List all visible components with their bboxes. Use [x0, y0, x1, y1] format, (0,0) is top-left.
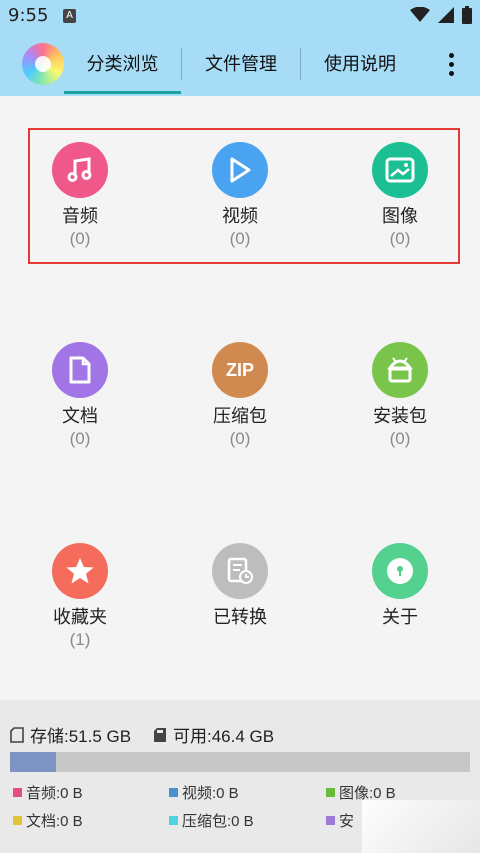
legend-item-documents: 文档:0 B — [13, 810, 83, 831]
signal-icon — [438, 7, 454, 23]
app-logo-icon — [22, 43, 64, 85]
android-icon — [372, 342, 428, 398]
category-documents[interactable]: 文档 (0) — [20, 342, 140, 462]
status-time: 9:55 — [8, 5, 49, 26]
category-label: 视频 — [222, 206, 258, 226]
play-icon — [212, 142, 268, 198]
category-count: (0) — [69, 229, 91, 248]
category-label: 音频 — [62, 206, 98, 226]
tab-instructions[interactable]: 使用说明 — [301, 40, 419, 96]
category-label: 图像 — [382, 206, 418, 226]
converted-doc-icon — [212, 543, 268, 599]
legend-item-audio: 音频:0 B — [13, 782, 83, 803]
category-count: (0) — [69, 429, 91, 448]
category-image[interactable]: 图像 (0) — [340, 142, 460, 262]
storage-total-label: 存储:51.5 GB — [30, 727, 132, 746]
category-about[interactable]: 关于 — [340, 543, 460, 663]
legend-swatch — [13, 788, 22, 797]
category-favorites[interactable]: 收藏夹 (1) — [20, 543, 140, 663]
storage-total: 存储:51.5 GB — [10, 722, 131, 747]
legend-swatch — [169, 816, 178, 825]
category-video[interactable]: 视频 (0) — [180, 142, 300, 262]
image-icon — [372, 142, 428, 198]
category-label: 安装包 — [373, 406, 427, 426]
category-count: (0) — [229, 229, 251, 248]
zip-icon: ZIP — [212, 342, 268, 398]
legend-swatch — [13, 816, 22, 825]
legend-swatch — [326, 788, 335, 797]
category-count: (0) — [389, 229, 411, 248]
category-count: (0) — [389, 429, 411, 448]
category-archives[interactable]: ZIP 压缩包 (0) — [180, 342, 300, 462]
category-audio[interactable]: 音频 (0) — [20, 142, 140, 262]
overflow-menu-icon[interactable] — [441, 50, 461, 80]
zip-icon-text: ZIP — [225, 359, 254, 380]
status-icons — [410, 6, 472, 24]
music-note-icon — [52, 142, 108, 198]
status-bar: 9:55 A — [0, 0, 480, 32]
legend-item-archives: 压缩包:0 B — [169, 810, 254, 831]
legend-label: 安 — [339, 813, 355, 830]
storage-usage-bar — [10, 752, 470, 772]
battery-icon — [462, 6, 472, 24]
app-bar: 分类浏览 文件管理 使用说明 — [0, 40, 480, 96]
legend-item-apk: 安 — [326, 810, 354, 831]
category-count: (1) — [69, 630, 91, 649]
category-count: (0) — [229, 429, 251, 448]
watermark-overlay — [362, 800, 480, 853]
category-apk[interactable]: 安装包 (0) — [340, 342, 460, 462]
legend-label: 文档:0 B — [26, 813, 83, 830]
legend-label: 音频:0 B — [26, 785, 83, 802]
sim-icon: A — [63, 9, 76, 23]
about-icon — [372, 543, 428, 599]
legend-label: 压缩包:0 B — [182, 813, 254, 830]
storage-free-label: 可用:46.4 GB — [173, 727, 275, 746]
category-label: 文档 — [62, 406, 98, 426]
storage-icon — [10, 726, 24, 743]
category-label: 关于 — [382, 607, 418, 627]
top-app-bar: 9:55 A 分类浏览 文件管理 使用说明 — [0, 0, 480, 96]
wifi-icon — [410, 7, 430, 22]
tab-category-browse[interactable]: 分类浏览 — [64, 40, 181, 96]
legend-label: 视频:0 B — [182, 785, 239, 802]
category-label: 收藏夹 — [53, 607, 107, 627]
tab-file-manager[interactable]: 文件管理 — [182, 40, 300, 96]
category-label: 已转换 — [213, 607, 267, 627]
legend-swatch — [169, 788, 178, 797]
category-converted[interactable]: 已转换 — [180, 543, 300, 663]
document-icon — [52, 342, 108, 398]
star-icon — [52, 543, 108, 599]
legend-item-video: 视频:0 B — [169, 782, 239, 803]
category-label: 压缩包 — [213, 406, 267, 426]
legend-swatch — [326, 816, 335, 825]
sd-card-icon — [154, 727, 166, 742]
storage-usage-fill — [10, 752, 56, 772]
storage-free: 可用:46.4 GB — [153, 722, 274, 747]
